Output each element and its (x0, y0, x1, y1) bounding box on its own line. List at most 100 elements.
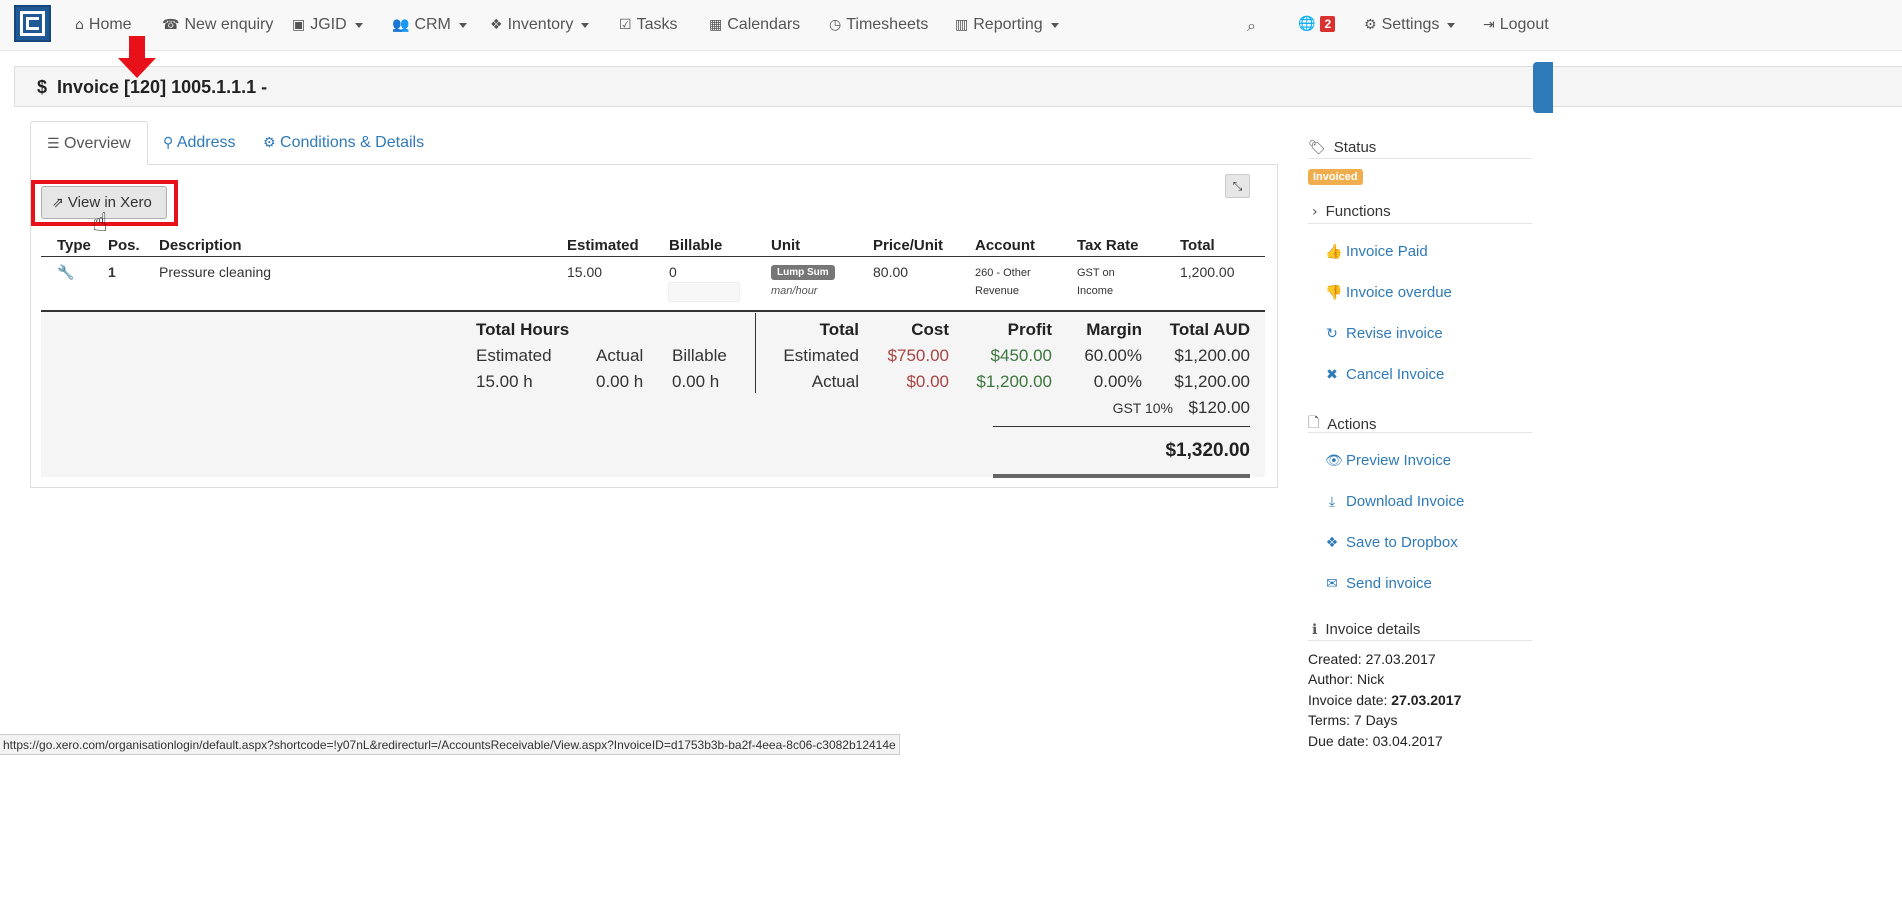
app-logo[interactable] (14, 5, 51, 42)
row-account: 260 - Other Revenue (975, 267, 1031, 297)
functions-heading[interactable]: › Functions (1308, 203, 1391, 220)
sign-out-icon: ⇥ (1483, 17, 1495, 33)
chevron-right-icon: › (1312, 203, 1318, 220)
hours-billable-value: 0.00 h (672, 372, 720, 391)
home-icon: ⌂ (75, 17, 84, 33)
hours-actual-label: Actual (596, 346, 644, 365)
gears-icon: ⚙ (263, 135, 276, 151)
act-margin: 0.00% (1093, 372, 1142, 391)
row-description: Pressure cleaning (159, 264, 272, 280)
tab-address[interactable]: ⚲ Address (147, 121, 252, 165)
nav-search[interactable]: ⌕ (1247, 16, 1256, 36)
top-navbar: ⌂ Home ☎ New enquiry ▣ JGID 👥 CRM ❖ Inve… (0, 0, 1902, 51)
unit-sub: man/hour (771, 285, 818, 297)
total-hours-label: Total Hours (476, 320, 570, 339)
row-pos: 1 (108, 264, 116, 280)
col-pos: Pos. (108, 237, 140, 254)
act-cost: $0.00 (906, 372, 949, 391)
thumbs-down-icon: 👎 (1325, 284, 1343, 301)
revise-invoice-link[interactable]: ↻ Revise invoice (1325, 325, 1443, 342)
tab-bar: ☰ Overview ⚲ Address ⚙ Conditions & Deta… (30, 121, 1278, 165)
col-total: Total (1180, 237, 1215, 254)
nav-tasks[interactable]: ☑ Tasks (619, 16, 677, 34)
dollar-icon: $ (37, 77, 48, 97)
grand-total-bar (993, 474, 1250, 478)
save-to-dropbox-link[interactable]: ❖ Save to Dropbox (1325, 534, 1458, 551)
annotation-arrow-head (118, 58, 156, 78)
gear-icon: ⚙ (1364, 17, 1377, 33)
col-price-unit: Price/Unit (873, 237, 944, 254)
download-invoice-link[interactable]: ⤓ Download Invoice (1325, 493, 1465, 510)
map-marker-icon: ⚲ (163, 135, 174, 151)
eye-icon: 👁 (1325, 452, 1343, 469)
col-tax-rate: Tax Rate (1077, 237, 1139, 254)
preview-invoice-link[interactable]: 👁 Preview Invoice (1325, 452, 1451, 469)
wrench-icon: 🔧 (57, 265, 75, 281)
details-divider (1308, 640, 1532, 641)
clock-icon: ◷ (829, 17, 842, 33)
actions-divider (1308, 432, 1532, 433)
nav-jgid[interactable]: ▣ JGID (292, 16, 363, 34)
act-total: $1,200.00 (1174, 372, 1250, 391)
nav-settings[interactable]: ⚙ Settings (1364, 16, 1456, 34)
chevron-down-icon (1050, 22, 1059, 28)
annotation-arrow-shaft (129, 36, 145, 60)
nav-new-enquiry[interactable]: ☎ New enquiry (162, 16, 273, 34)
est-cost: $750.00 (887, 346, 949, 365)
col-account: Account (975, 237, 1035, 254)
row-total: 1,200.00 (1180, 264, 1235, 280)
invoice-paid-link[interactable]: 👍 Invoice Paid (1325, 243, 1428, 260)
functions-divider (1308, 223, 1532, 224)
nav-reporting[interactable]: ▥ Reporting (955, 16, 1059, 34)
nav-timesheets[interactable]: ◷ Timesheets (829, 16, 928, 34)
status-badge: Invoiced (1308, 169, 1363, 185)
row-billable: 0 (669, 264, 677, 280)
jgid-icon: ▣ (292, 17, 306, 33)
chevron-down-icon (354, 22, 363, 28)
invoice-overdue-link[interactable]: 👎 Invoice overdue (1325, 284, 1452, 301)
tab-conditions-details[interactable]: ⚙ Conditions & Details (247, 121, 440, 165)
page-title-bar: $ Invoice [120] 1005.1.1.1 - (14, 66, 1902, 107)
nav-home[interactable]: ⌂ Home (75, 16, 132, 34)
nav-notifications[interactable]: 🌐 2 (1298, 16, 1336, 32)
hours-estimated-label: Estimated (476, 346, 552, 365)
row-tax-rate: GST on Income (1077, 267, 1115, 297)
download-icon: ⤓ (1328, 493, 1336, 510)
est-profit: $450.00 (990, 346, 1052, 365)
billable-input[interactable] (668, 282, 740, 302)
nav-logout[interactable]: ⇥ Logout (1483, 16, 1549, 34)
info-icon: ℹ (1312, 621, 1318, 638)
act-profit: $1,200.00 (976, 372, 1052, 391)
est-margin: 60.00% (1084, 346, 1142, 365)
status-heading: 🏷 Status (1308, 139, 1377, 156)
tab-overview[interactable]: ☰ Overview (30, 121, 148, 165)
calendar-icon: ▦ (709, 17, 723, 33)
summary-col-margin: Margin (1086, 320, 1142, 339)
detail-created: Created: 27.03.2017 (1308, 651, 1436, 667)
compress-button[interactable]: ⤡ (1225, 174, 1250, 198)
compress-icon: ⤡ (1232, 179, 1243, 193)
refresh-icon: ↻ (1326, 325, 1338, 342)
summary-row-estimated: Estimated (783, 346, 859, 365)
nav-crm[interactable]: 👥 CRM (392, 16, 467, 34)
row-estimated: 15.00 (567, 264, 603, 280)
send-invoice-link[interactable]: ✉ Send invoice (1325, 575, 1432, 592)
row-price: 80.00 (873, 264, 909, 280)
sidebar-toggle-tab[interactable] (1533, 62, 1553, 113)
hours-billable-label: Billable (672, 346, 727, 365)
summary-row-actual: Actual (811, 372, 859, 391)
detail-author: Author: Nick (1308, 671, 1385, 687)
nav-inventory[interactable]: ❖ Inventory (490, 16, 590, 34)
nav-calendars[interactable]: ▦ Calendars (709, 16, 800, 34)
cancel-invoice-link[interactable]: ✖ Cancel Invoice (1325, 366, 1444, 383)
summary-col-total-aud: Total AUD (1169, 320, 1250, 339)
col-billable: Billable (669, 237, 723, 254)
status-divider (1308, 158, 1532, 159)
close-icon: ✖ (1326, 366, 1338, 383)
users-icon: 👥 (392, 17, 410, 33)
col-estimated: Estimated (567, 237, 639, 254)
chevron-down-icon (1447, 22, 1456, 28)
page-title: $ Invoice [120] 1005.1.1.1 - (37, 77, 268, 97)
detail-due-date: Due date: 03.04.2017 (1308, 733, 1443, 749)
hours-actual-value: 0.00 h (596, 372, 644, 391)
